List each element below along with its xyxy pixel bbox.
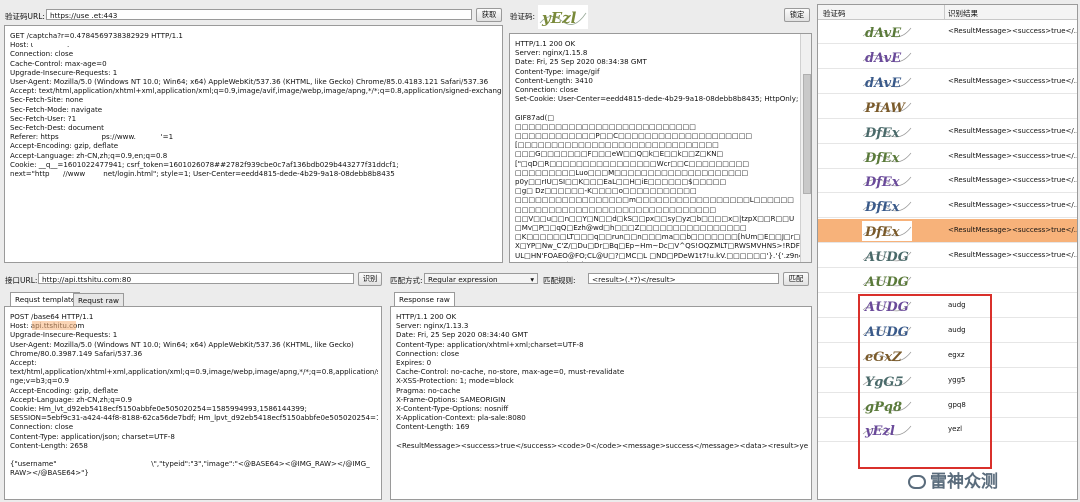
captcha-thumbnail: AUDG [862, 271, 912, 291]
svg-text:DfEx: DfEx [864, 175, 900, 190]
captcha-thumbnail: dAvE [862, 46, 912, 67]
recognize-button[interactable]: 识别 [358, 272, 382, 286]
captcha-request-text: GET /captcha?r=0.4784569738382929 HTTP/1… [10, 31, 503, 179]
svg-text:dAvE: dAvE [865, 51, 902, 66]
table-row[interactable]: dAvE [818, 45, 1077, 69]
captcha-preview-image: yEzl [538, 5, 588, 29]
table-row[interactable]: DfEx <ResultMessage><success>true</... [818, 169, 1078, 194]
captcha-response-panel[interactable]: HTTP/1.1 200 OK Server: nginx/1.15.8 Dat… [509, 33, 812, 263]
fetch-button[interactable]: 获取 [476, 8, 502, 22]
scrollbar-thumb[interactable] [803, 74, 811, 194]
captcha-thumbnail: DfEx [862, 196, 912, 217]
result-cell: <ResultMessage><success>true</... [948, 151, 1078, 160]
svg-text:AUDG: AUDG [863, 275, 909, 290]
table-row[interactable]: DfEx <ResultMessage><success>true</... [818, 194, 1078, 219]
match-rule-label: 匹配规则: [543, 276, 576, 285]
host-highlight [32, 321, 76, 330]
result-cell: <ResultMessage><success>true</... [948, 27, 1078, 35]
captcha-thumbnail: PIAW [862, 96, 912, 117]
highlight-red-box [858, 294, 992, 469]
captcha-thumbnail: DfEx [862, 146, 912, 167]
wechat-icon [908, 475, 926, 489]
captcha-thumbnail: AUDG [862, 246, 912, 267]
tab-request-template[interactable]: Requst template [10, 292, 81, 307]
api-url-label: 接口URL: [5, 276, 38, 285]
match-mode-label: 匹配方式: [390, 276, 423, 285]
api-request-text: POST /base64 HTTP/1.1 Host: api.ttshitu.… [10, 312, 378, 478]
table-row[interactable]: PIAW [818, 95, 1077, 119]
table-row[interactable]: DfEx <ResultMessage><success>true</... [818, 219, 1078, 244]
table-row[interactable]: DfEx <ResultMessage><success>true</... [818, 120, 1078, 144]
chevron-down-icon: ▾ [530, 275, 534, 284]
captcha-url-input[interactable]: https://use .et:443 [46, 9, 472, 20]
captcha-thumbnail: dAvE [862, 22, 912, 42]
result-cell: <ResultMessage><success>true</... [948, 226, 1078, 235]
table-row[interactable]: AUDG [818, 269, 1077, 293]
captcha-response-text: HTTP/1.1 200 OK Server: nginx/1.15.8 Dat… [515, 39, 800, 262]
match-mode-value: Regular expression [428, 275, 498, 284]
captcha-thumbnail: dAvE [862, 71, 912, 92]
captcha-thumbnail: DfEx [862, 121, 912, 142]
svg-text:DfEx: DfEx [864, 126, 900, 141]
svg-text:DfEx: DfEx [864, 151, 900, 166]
svg-text:AUDG: AUDG [863, 250, 909, 265]
result-cell: <ResultMessage><success>true</... [948, 126, 1078, 135]
results-table: 验证码 识别结果 dAvE <ResultMessage><success>tru… [817, 4, 1078, 500]
column-header-captcha[interactable]: 验证码 [823, 8, 846, 19]
match-button[interactable]: 匹配 [783, 272, 809, 286]
result-cell: <ResultMessage><success>true</... [948, 251, 1078, 260]
match-mode-select[interactable]: Regular expression ▾ [424, 273, 538, 284]
response-scrollbar[interactable] [800, 34, 811, 262]
table-header: 验证码 识别结果 [818, 5, 1077, 20]
captcha-url-label: 验证码URL: [5, 12, 45, 21]
tab-request-raw[interactable]: Requst raw [73, 293, 124, 307]
api-response-text: HTTP/1.1 200 OK Server: nginx/1.13.3 Dat… [396, 312, 808, 450]
svg-text:dAvE: dAvE [865, 26, 902, 41]
result-cell: <ResultMessage><success>true</... [948, 176, 1078, 185]
svg-text:DfEx: DfEx [864, 225, 900, 240]
captcha-thumbnail: DfEx [862, 221, 912, 242]
table-row[interactable]: dAvE <ResultMessage><success>true</... [818, 70, 1078, 94]
api-request-panel[interactable]: POST /base64 HTTP/1.1 Host: api.ttshitu.… [4, 306, 382, 500]
table-row[interactable]: DfEx <ResultMessage><success>true</... [818, 145, 1078, 169]
table-row[interactable]: dAvE <ResultMessage><success>true</... [818, 20, 1078, 44]
tab-response-raw[interactable]: Response raw [394, 292, 455, 307]
table-row[interactable]: AUDG <ResultMessage><success>true</... [818, 244, 1078, 269]
svg-text:DfEx: DfEx [864, 200, 900, 215]
captcha-preview-text: yEzl [541, 9, 577, 27]
captcha-label: 验证码: [510, 12, 536, 21]
api-response-panel[interactable]: HTTP/1.1 200 OK Server: nginx/1.13.3 Dat… [390, 306, 812, 500]
watermark: 雷神众测 [908, 467, 998, 492]
result-cell: <ResultMessage><success>true</... [948, 76, 1078, 85]
captcha-thumbnail: DfEx [862, 171, 912, 192]
svg-text:PIAW: PIAW [864, 101, 906, 116]
svg-text:dAvE: dAvE [865, 76, 902, 91]
column-header-result[interactable]: 识别结果 [948, 8, 978, 19]
api-url-input[interactable]: http://api.ttshitu.com:80 [38, 273, 354, 284]
result-cell: <ResultMessage><success>true</... [948, 201, 1078, 210]
captcha-request-panel[interactable]: GET /captcha?r=0.4784569738382929 HTTP/1… [4, 25, 503, 263]
match-rule-input[interactable]: <result>(.*?)</result> [588, 273, 779, 284]
lock-button[interactable]: 锁定 [784, 8, 810, 22]
